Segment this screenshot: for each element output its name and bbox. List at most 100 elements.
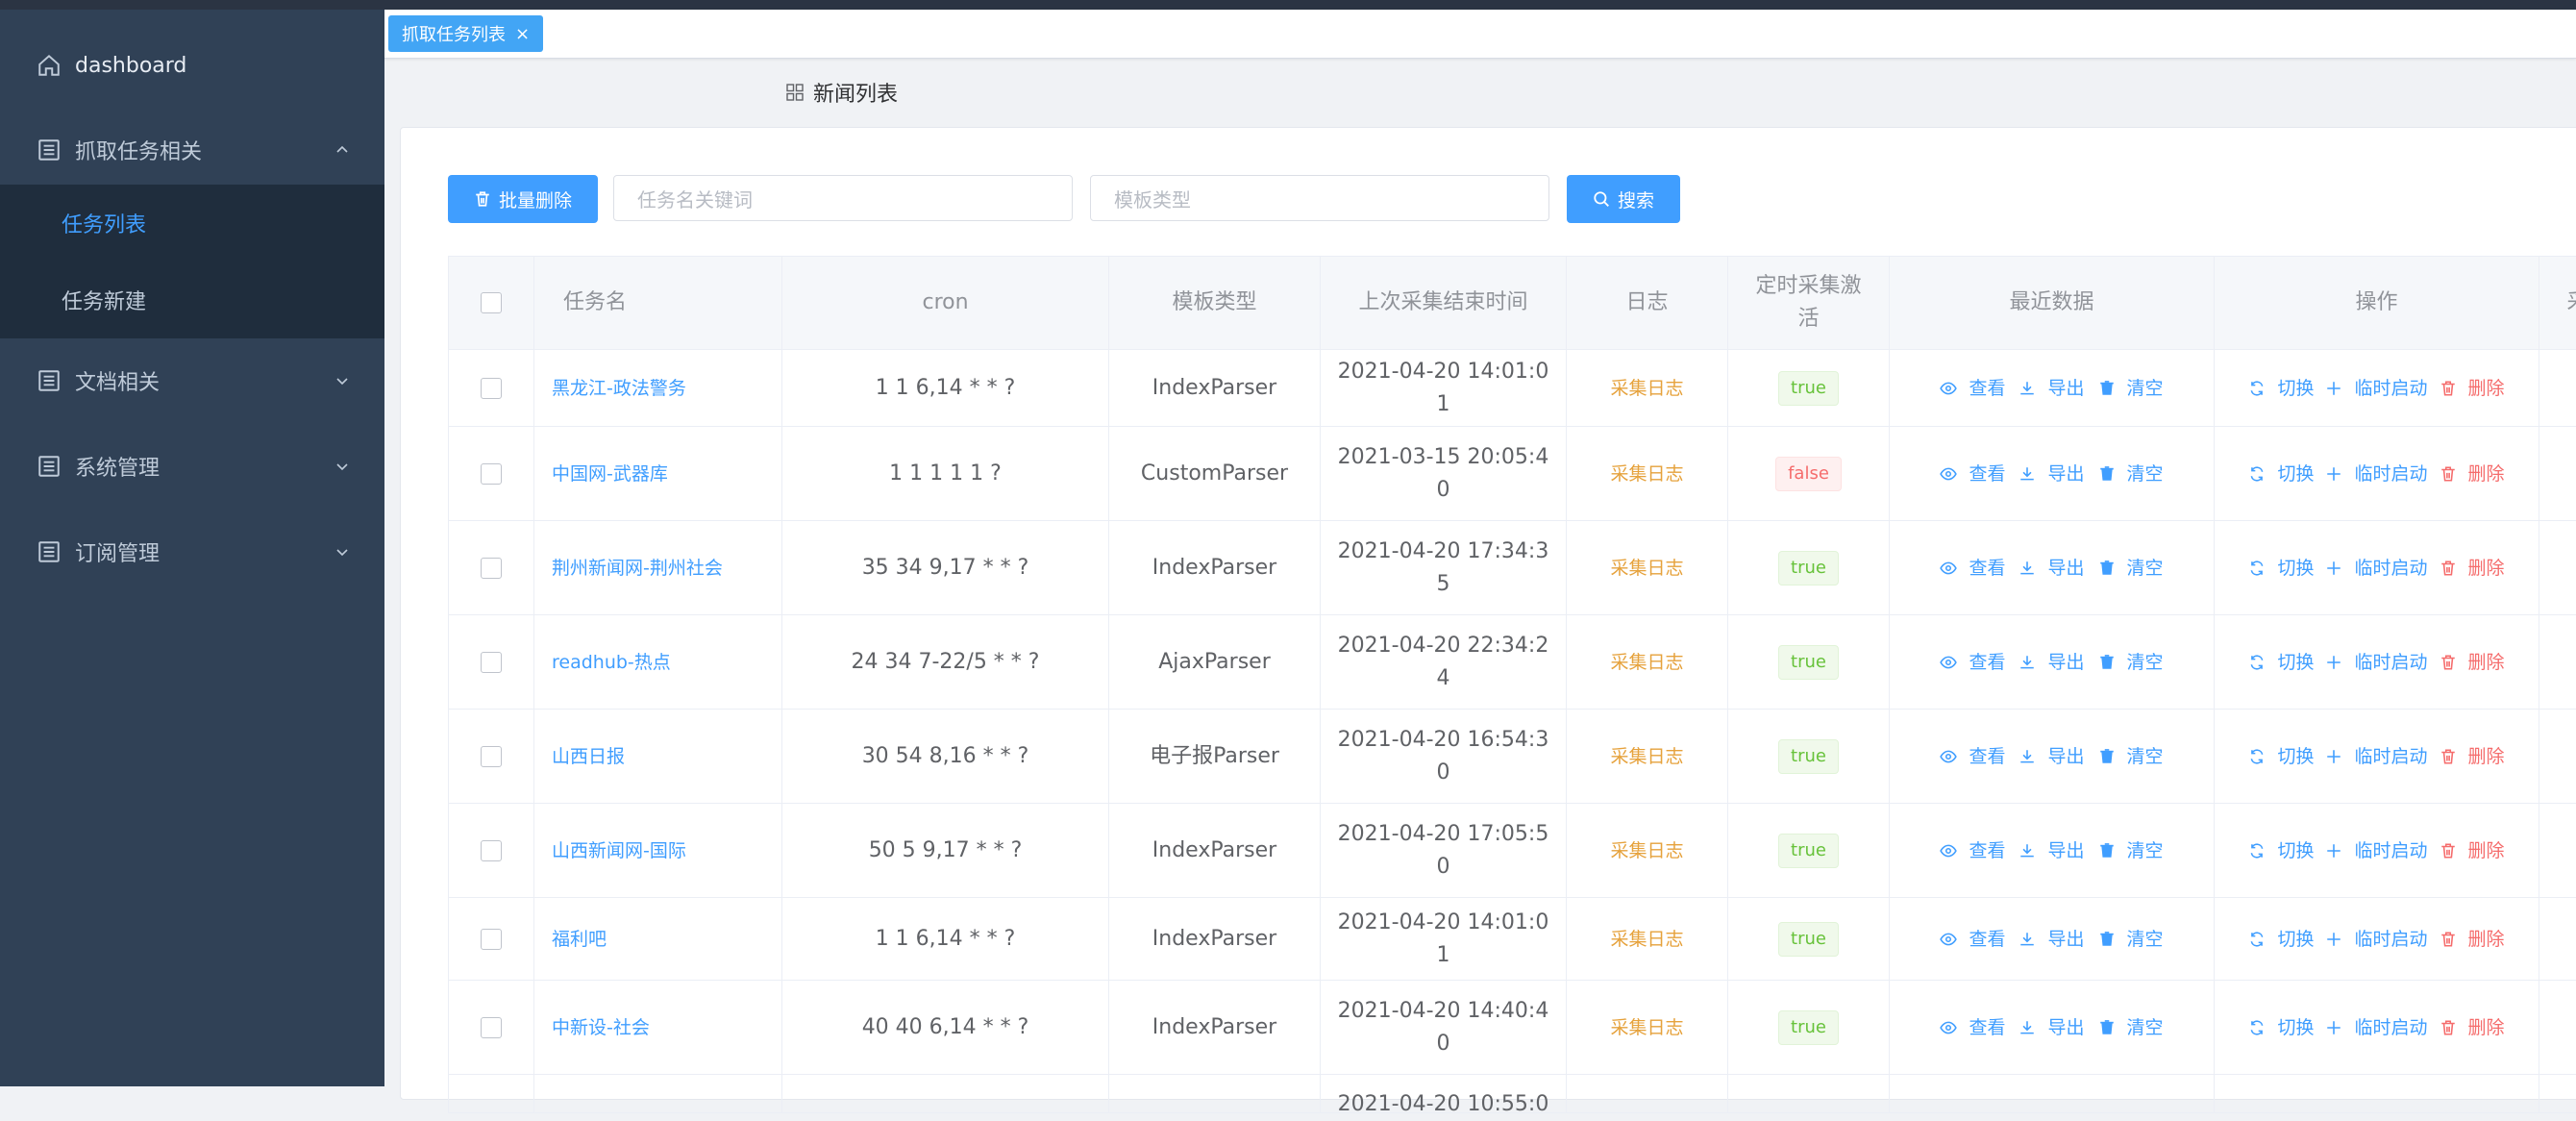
sidebar-item-subscriptions[interactable]: 订阅管理 [0, 513, 384, 590]
template-type-input[interactable]: 模板类型 [1090, 175, 1549, 221]
active-status-tag: false [1775, 456, 1842, 491]
select-all-checkbox[interactable] [481, 292, 502, 313]
row-checkbox[interactable] [481, 745, 502, 767]
sidebar-item-documents[interactable]: 文档相关 [0, 342, 384, 419]
task-name-link[interactable]: 山西日报 [552, 740, 625, 773]
clear-button[interactable]: 清空 [2098, 372, 2164, 405]
temp-start-button[interactable]: 临时启动 [2325, 740, 2428, 773]
delete-button[interactable]: 删除 [2440, 923, 2505, 956]
temp-start-button[interactable]: 临时启动 [2325, 923, 2428, 956]
toggle-button[interactable]: 切换 [2248, 923, 2314, 956]
row-checkbox[interactable] [481, 462, 502, 485]
toggle-button[interactable]: 切换 [2248, 1011, 2314, 1044]
clear-button[interactable]: 清空 [2098, 923, 2164, 956]
row-checkbox[interactable] [481, 928, 502, 950]
crawl-log-link[interactable]: 采集日志 [1610, 458, 1683, 490]
row-checkbox[interactable] [481, 1016, 502, 1038]
task-name-search-input[interactable]: 任务名关键词 [613, 175, 1073, 221]
clear-button[interactable]: 清空 [2098, 552, 2164, 585]
search-label: 搜索 [1617, 189, 1654, 212]
view-button[interactable]: 查看 [1940, 740, 2005, 773]
row-checkbox[interactable] [481, 557, 502, 579]
delete-button[interactable]: 删除 [2440, 646, 2505, 679]
view-button[interactable]: 查看 [1940, 835, 2005, 867]
delete-button[interactable]: 删除 [2440, 740, 2505, 773]
temp-start-button[interactable]: 临时启动 [2325, 1011, 2428, 1044]
cron-value: 1 1 6,14 * * ? [875, 926, 1016, 951]
crawl-log-link[interactable]: 采集日志 [1610, 552, 1683, 585]
sidebar-item-dashboard[interactable]: dashboard [0, 27, 384, 104]
export-button[interactable]: 导出 [2019, 372, 2085, 405]
crawl-log-link[interactable]: 采集日志 [1610, 923, 1683, 956]
toggle-button[interactable]: 切换 [2248, 740, 2314, 773]
temp-start-button[interactable]: 临时启动 [2325, 552, 2428, 585]
export-button[interactable]: 导出 [2019, 923, 2085, 956]
view-button[interactable]: 查看 [1940, 458, 2005, 490]
eye-icon [1940, 560, 1963, 577]
export-button[interactable]: 导出 [2019, 646, 2085, 679]
clear-button[interactable]: 清空 [2098, 458, 2164, 490]
toggle-button[interactable]: 切换 [2248, 646, 2314, 679]
clear-button[interactable]: 清空 [2098, 740, 2164, 773]
temp-start-button[interactable]: 临时启动 [2325, 372, 2428, 405]
action-label: 查看 [1969, 839, 2006, 861]
delete-button[interactable]: 删除 [2440, 835, 2505, 867]
task-name-link[interactable]: 荆州新闻网-荆州社会 [552, 552, 723, 585]
batch-delete-button[interactable]: 批量删除 [448, 175, 598, 223]
last-crawl-time: 2021-04-20 14:40:40 [1337, 998, 1549, 1056]
clear-button[interactable]: 清空 [2098, 1011, 2164, 1044]
delete-button[interactable]: 删除 [2440, 372, 2505, 405]
close-icon[interactable]: × [515, 24, 530, 44]
temp-start-button[interactable]: 临时启动 [2325, 835, 2428, 867]
task-name-link[interactable]: 中新设-社会 [552, 1011, 650, 1044]
export-button[interactable]: 导出 [2019, 458, 2085, 490]
table-cell: 福利吧 [534, 898, 782, 981]
row-checkbox[interactable] [481, 651, 502, 673]
row-checkbox[interactable] [481, 839, 502, 861]
download-icon [2019, 380, 2042, 397]
sidebar-item-system[interactable]: 系统管理 [0, 428, 384, 505]
clear-button[interactable]: 清空 [2098, 646, 2164, 679]
row-checkbox[interactable] [481, 377, 502, 399]
crawl-log-link[interactable]: 采集日志 [1610, 372, 1683, 405]
toggle-button[interactable]: 切换 [2248, 458, 2314, 490]
tab-task-list[interactable]: 抓取任务列表 × [388, 15, 544, 52]
crawl-log-link[interactable]: 采集日志 [1610, 835, 1683, 867]
temp-start-button[interactable]: 临时启动 [2325, 458, 2428, 490]
view-button[interactable]: 查看 [1940, 552, 2005, 585]
toggle-button[interactable]: 切换 [2248, 835, 2314, 867]
toggle-button[interactable]: 切换 [2248, 372, 2314, 405]
sidebar-item-crawl-tasks[interactable]: 抓取任务相关 [0, 112, 384, 188]
task-name-link[interactable]: readhub-热点 [552, 646, 671, 679]
sidebar-item-label: 任务新建 [62, 290, 147, 314]
view-button[interactable]: 查看 [1940, 923, 2005, 956]
table-cell: 电子报Parser [1109, 710, 1321, 804]
column-header[interactable] [448, 256, 534, 350]
delete-button[interactable]: 删除 [2440, 552, 2505, 585]
task-name-link[interactable]: 中国网-武器库 [552, 458, 668, 490]
export-button[interactable]: 导出 [2019, 1011, 2085, 1044]
export-button[interactable]: 导出 [2019, 740, 2085, 773]
task-name-link[interactable]: 福利吧 [552, 923, 607, 956]
sidebar-item-task-list[interactable]: 任务列表 [0, 185, 384, 262]
table-cell: 查看 导出 清空 [1890, 710, 2215, 804]
plus-icon [2325, 560, 2348, 577]
crawl-log-link[interactable]: 采集日志 [1610, 646, 1683, 679]
view-button[interactable]: 查看 [1940, 1011, 2005, 1044]
delete-button[interactable]: 删除 [2440, 458, 2505, 490]
toggle-button[interactable]: 切换 [2248, 552, 2314, 585]
crawl-log-link[interactable]: 采集日志 [1610, 740, 1683, 773]
export-button[interactable]: 导出 [2019, 552, 2085, 585]
view-button[interactable]: 查看 [1940, 646, 2005, 679]
view-button[interactable]: 查看 [1940, 372, 2005, 405]
table-cell: 2021-04-20 17:34:35 [1321, 521, 1567, 615]
task-name-link[interactable]: 山西新闻网-国际 [552, 835, 686, 867]
crawl-log-link[interactable]: 采集日志 [1610, 1011, 1683, 1044]
temp-start-button[interactable]: 临时启动 [2325, 646, 2428, 679]
delete-button[interactable]: 删除 [2440, 1011, 2505, 1044]
sidebar-item-task-new[interactable]: 任务新建 [0, 262, 384, 338]
search-button[interactable]: 搜索 [1567, 175, 1680, 223]
export-button[interactable]: 导出 [2019, 835, 2085, 867]
task-name-link[interactable]: 黑龙江-政法警务 [552, 372, 686, 405]
clear-button[interactable]: 清空 [2098, 835, 2164, 867]
